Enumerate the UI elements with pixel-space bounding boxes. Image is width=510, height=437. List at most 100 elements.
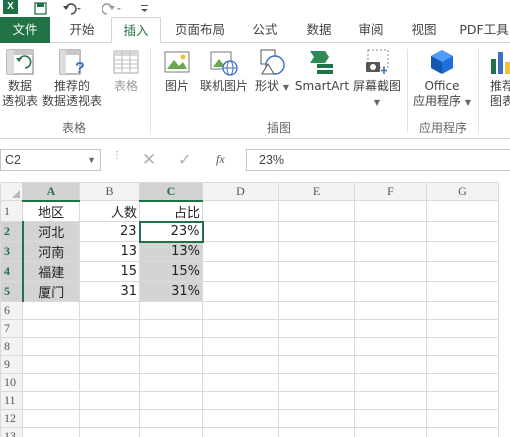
cell-c5[interactable]: 31% bbox=[139, 281, 203, 302]
cell[interactable] bbox=[354, 355, 427, 374]
cell-a2[interactable]: 河北 bbox=[22, 221, 80, 242]
cell[interactable] bbox=[22, 409, 80, 428]
tab-page-layout[interactable]: 页面布局 bbox=[165, 17, 235, 43]
row-header-2[interactable]: 2 bbox=[0, 221, 24, 242]
cell[interactable] bbox=[202, 319, 279, 338]
undo-icon[interactable] bbox=[62, 0, 84, 17]
cell-a4[interactable]: 福建 bbox=[22, 261, 80, 282]
save-icon[interactable] bbox=[34, 0, 47, 17]
cell-b3[interactable]: 13 bbox=[79, 241, 140, 262]
cell[interactable] bbox=[22, 337, 80, 356]
column-header-c[interactable]: C bbox=[139, 182, 203, 202]
cell[interactable] bbox=[202, 281, 279, 302]
column-header-a[interactable]: A bbox=[22, 182, 80, 202]
cell[interactable] bbox=[278, 200, 355, 222]
cell-b5[interactable]: 31 bbox=[79, 281, 140, 302]
cell[interactable] bbox=[426, 409, 499, 428]
cell[interactable] bbox=[278, 281, 355, 302]
column-header-f[interactable]: F bbox=[354, 182, 427, 201]
row-header-5[interactable]: 5 bbox=[0, 281, 24, 302]
cell[interactable] bbox=[202, 427, 279, 437]
cell[interactable] bbox=[354, 319, 427, 338]
cell-b1[interactable]: 人数 bbox=[79, 200, 140, 222]
cell[interactable] bbox=[426, 355, 499, 374]
cell-a1[interactable]: 地区 bbox=[22, 200, 80, 222]
row-header-6[interactable]: 6 bbox=[0, 301, 23, 320]
cell-a3[interactable]: 河南 bbox=[22, 241, 80, 262]
cell[interactable] bbox=[426, 391, 499, 410]
column-header-b[interactable]: B bbox=[79, 182, 140, 201]
row-header-8[interactable]: 8 bbox=[0, 337, 23, 356]
cell[interactable] bbox=[278, 337, 355, 356]
cell[interactable] bbox=[354, 301, 427, 320]
cell-c4[interactable]: 15% bbox=[139, 261, 203, 282]
customize-qat-icon[interactable] bbox=[140, 0, 149, 17]
insert-function-icon[interactable]: fx bbox=[216, 152, 225, 167]
row-header-12[interactable]: 12 bbox=[0, 409, 23, 428]
cell[interactable] bbox=[202, 409, 279, 428]
tab-insert[interactable]: 插入 bbox=[111, 17, 161, 44]
cell[interactable] bbox=[354, 241, 427, 262]
cell[interactable] bbox=[354, 200, 427, 222]
cell[interactable] bbox=[354, 373, 427, 392]
tab-view[interactable]: 视图 bbox=[400, 17, 448, 43]
cell-b2[interactable]: 23 bbox=[79, 221, 140, 242]
cell[interactable] bbox=[139, 319, 203, 338]
cell[interactable] bbox=[202, 301, 279, 320]
row-header-10[interactable]: 10 bbox=[0, 373, 23, 392]
row-header-1[interactable]: 1 bbox=[0, 200, 23, 222]
pivot-table-button[interactable]: 数据 透视表 bbox=[0, 47, 40, 109]
cell[interactable] bbox=[426, 241, 499, 262]
cell[interactable] bbox=[79, 355, 140, 374]
smartart-button[interactable]: SmartArt bbox=[294, 47, 350, 94]
cell[interactable] bbox=[278, 241, 355, 262]
row-header-13[interactable]: 13 bbox=[0, 427, 23, 437]
tab-pdf-tools[interactable]: PDF工具 bbox=[453, 17, 510, 43]
cell[interactable] bbox=[202, 200, 279, 222]
office-apps-button[interactable]: Office 应用程序 ▼ bbox=[410, 47, 474, 110]
cell[interactable] bbox=[22, 427, 80, 437]
cell[interactable] bbox=[139, 337, 203, 356]
picture-button[interactable]: 图片 bbox=[158, 47, 196, 94]
cell[interactable] bbox=[278, 301, 355, 320]
cell[interactable] bbox=[202, 391, 279, 410]
recommended-pivot-button[interactable]: ? 推荐的 数据透视表 bbox=[41, 47, 103, 109]
cell-a5[interactable]: 厦门 bbox=[22, 281, 80, 302]
cell[interactable] bbox=[354, 261, 427, 282]
column-header-d[interactable]: D bbox=[202, 182, 279, 201]
table-button[interactable]: 表格 bbox=[106, 47, 146, 94]
cell[interactable] bbox=[426, 337, 499, 356]
cell[interactable] bbox=[139, 409, 203, 428]
cell[interactable] bbox=[202, 355, 279, 374]
cell[interactable] bbox=[22, 301, 80, 320]
column-header-e[interactable]: E bbox=[278, 182, 355, 201]
name-box[interactable]: C2 ▼ bbox=[0, 149, 101, 171]
cell[interactable] bbox=[426, 281, 499, 302]
cell[interactable] bbox=[202, 373, 279, 392]
cell[interactable] bbox=[278, 427, 355, 437]
cell[interactable] bbox=[79, 337, 140, 356]
cell-c3[interactable]: 13% bbox=[139, 241, 203, 262]
cell[interactable] bbox=[139, 301, 203, 320]
tab-file[interactable]: 文件 bbox=[0, 17, 50, 43]
tab-home[interactable]: 开始 bbox=[55, 17, 109, 43]
online-picture-button[interactable]: 联机图片 bbox=[198, 47, 250, 94]
cell[interactable] bbox=[202, 261, 279, 282]
cell[interactable] bbox=[426, 221, 499, 242]
confirm-icon[interactable]: ✓ bbox=[178, 150, 191, 169]
cell[interactable] bbox=[426, 373, 499, 392]
cell-c1[interactable]: 占比 bbox=[139, 200, 203, 222]
cell[interactable] bbox=[22, 373, 80, 392]
cancel-icon[interactable]: ✕ bbox=[142, 150, 156, 170]
cell[interactable] bbox=[426, 301, 499, 320]
cell[interactable] bbox=[79, 409, 140, 428]
cell[interactable] bbox=[278, 261, 355, 282]
cell[interactable] bbox=[139, 355, 203, 374]
cell[interactable] bbox=[354, 391, 427, 410]
select-all-corner[interactable] bbox=[0, 182, 23, 201]
cell[interactable] bbox=[79, 319, 140, 338]
row-header-7[interactable]: 7 bbox=[0, 319, 23, 338]
screenshot-button[interactable]: 屏幕截图 ▼ bbox=[351, 47, 403, 110]
cell[interactable] bbox=[354, 221, 427, 242]
cell[interactable] bbox=[139, 391, 203, 410]
